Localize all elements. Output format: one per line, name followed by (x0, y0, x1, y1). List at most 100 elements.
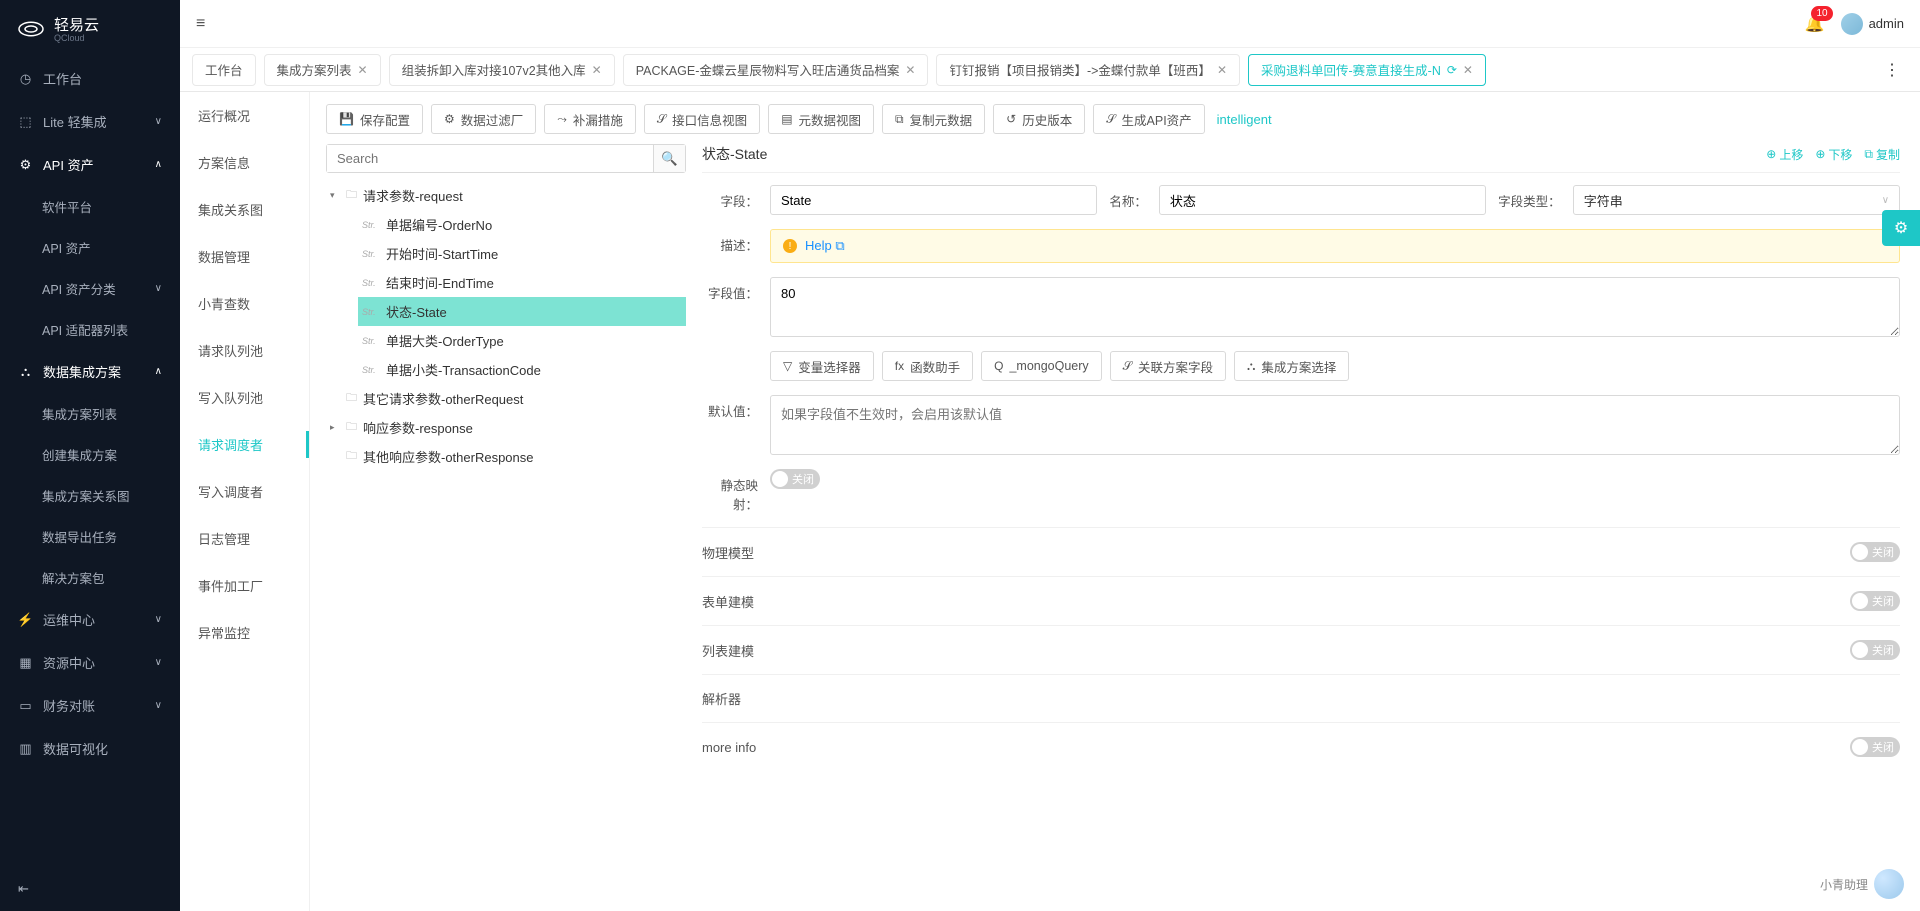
metaview-button[interactable]: ▤元数据视图 (768, 104, 874, 134)
secnav-reqscheduler[interactable]: 请求调度者 (180, 421, 309, 468)
tree-item[interactable]: Str.单据编号-OrderNo (358, 210, 686, 239)
field-input[interactable] (770, 185, 1097, 215)
tab-3[interactable]: 组装拆卸入库对接107v2其他入库✕ (389, 54, 615, 86)
secnav-writescheduler[interactable]: 写入调度者 (180, 468, 309, 515)
help-link[interactable]: Help ⧉ (805, 238, 845, 254)
close-icon[interactable]: ✕ (592, 63, 602, 77)
notifications-button[interactable]: 🔔 10 (1805, 14, 1825, 34)
close-icon[interactable]: ✕ (1217, 63, 1227, 77)
tree-item[interactable]: Str.结束时间-EndTime (358, 268, 686, 297)
tree-response[interactable]: ▸🗀响应参数-response (326, 413, 686, 442)
tab-plan-list[interactable]: 集成方案列表✕ (264, 54, 381, 86)
chevron-down-icon: ∨ (155, 700, 162, 711)
section-form-model[interactable]: 表单建模 关闭 (702, 576, 1900, 625)
close-icon[interactable]: ✕ (1463, 63, 1473, 77)
section-more-info[interactable]: more info 关闭 (702, 722, 1900, 771)
nav-api-adapter[interactable]: API 适配器列表 (42, 309, 180, 350)
nav-workbench[interactable]: ◷工作台 (0, 57, 180, 100)
form-model-toggle[interactable]: 关闭 (1850, 591, 1900, 611)
secnav-log[interactable]: 日志管理 (180, 515, 309, 562)
var-selector-button[interactable]: ▽变量选择器 (770, 351, 874, 381)
tree-other-request[interactable]: 🗀其它请求参数-otherRequest (326, 384, 686, 413)
user-menu[interactable]: admin (1841, 13, 1904, 35)
nav-visual[interactable]: ▥数据可视化 (0, 727, 180, 770)
sidebar-collapse[interactable]: ⇤ (0, 867, 180, 911)
secnav-event[interactable]: 事件加工厂 (180, 562, 309, 609)
caret-down-icon: ▾ (330, 190, 340, 201)
nav-plan-diagram[interactable]: 集成方案关系图 (42, 475, 180, 516)
staticmap-toggle[interactable]: 关闭 (770, 469, 820, 489)
intelligent-link[interactable]: intelligent (1217, 112, 1272, 127)
moreinfo-toggle[interactable]: 关闭 (1850, 737, 1900, 757)
nav-integration[interactable]: ⛬数据集成方案∧ (0, 350, 180, 393)
secnav-data[interactable]: 数据管理 (180, 233, 309, 280)
history-button[interactable]: ↺历史版本 (993, 104, 1085, 134)
tree-item[interactable]: Str.开始时间-StartTime (358, 239, 686, 268)
list-model-toggle[interactable]: 关闭 (1850, 640, 1900, 660)
mongo-query-button[interactable]: Q_mongoQuery (981, 351, 1102, 381)
close-icon[interactable]: ✕ (358, 63, 368, 77)
move-up-button[interactable]: ⊕上移 (1766, 146, 1803, 163)
nav-resource[interactable]: ▦资源中心∨ (0, 641, 180, 684)
secnav-info[interactable]: 方案信息 (180, 139, 309, 186)
value-textarea[interactable]: 80 (770, 277, 1900, 337)
secnav-writepool[interactable]: 写入队列池 (180, 374, 309, 421)
reload-icon[interactable]: ⟳ (1447, 63, 1457, 77)
tree-item[interactable]: Str.单据大类-OrderType (358, 326, 686, 355)
assistant-widget[interactable]: 小青助理 (1820, 869, 1904, 899)
apiview-button[interactable]: 𝒮接口信息视图 (644, 104, 760, 134)
fx-icon: fx (895, 359, 904, 373)
section-physical-model[interactable]: 物理模型 关闭 (702, 527, 1900, 576)
tabs-more-button[interactable]: ⋮ (1876, 60, 1908, 80)
section-parser[interactable]: 解析器 (702, 674, 1900, 722)
work-area: 💾保存配置 ⚙数据过滤厂 ⤳补漏措施 𝒮接口信息视图 ▤元数据视图 ⧉复制元数据… (310, 92, 1920, 911)
secnav-relation[interactable]: 集成关系图 (180, 186, 309, 233)
copy-button[interactable]: ⧉复制 (1864, 146, 1900, 163)
name-input[interactable] (1159, 185, 1486, 215)
chevron-down-icon: ∨ (155, 116, 162, 127)
physical-model-toggle[interactable]: 关闭 (1850, 542, 1900, 562)
tree-item-selected[interactable]: Str.状态-State (358, 297, 686, 326)
copymeta-button[interactable]: ⧉复制元数据 (882, 104, 985, 134)
tree-item[interactable]: Str.单据小类-TransactionCode (358, 355, 686, 384)
nav-api-asset[interactable]: ⚙API 资产∧ (0, 143, 180, 186)
type-select[interactable]: 字符串∨ (1573, 185, 1900, 215)
relation-field-button[interactable]: 𝒮关联方案字段 (1110, 351, 1226, 381)
nav-api-asset-sub[interactable]: API 资产 (42, 227, 180, 268)
nav-plan-list[interactable]: 集成方案列表 (42, 393, 180, 434)
search-button[interactable]: 🔍 (653, 145, 685, 172)
genapi-button[interactable]: 𝒮生成API资产 (1093, 104, 1204, 134)
secnav-exception[interactable]: 异常监控 (180, 609, 309, 656)
settings-float-button[interactable]: ⚙ (1882, 210, 1920, 246)
nav-solution-pkg[interactable]: 解决方案包 (42, 557, 180, 598)
menu-collapse-button[interactable]: ≡ (196, 15, 205, 33)
nav-software-platform[interactable]: 软件平台 (42, 186, 180, 227)
tab-5[interactable]: 钉钉报销【项目报销类】->金蝶付款单【班西】✕ (936, 54, 1240, 86)
nav-export[interactable]: 数据导出任务 (42, 516, 180, 557)
secnav-overview[interactable]: 运行概况 (180, 92, 309, 139)
fx-helper-button[interactable]: fx函数助手 (882, 351, 973, 381)
nav-lite[interactable]: ⬚Lite 轻集成∨ (0, 100, 180, 143)
search-input[interactable] (327, 145, 653, 172)
nav-ops[interactable]: ⚡运维中心∨ (0, 598, 180, 641)
close-icon[interactable]: ✕ (905, 63, 915, 77)
plan-select-button[interactable]: ⛬集成方案选择 (1234, 351, 1349, 381)
filter-button[interactable]: ⚙数据过滤厂 (431, 104, 536, 134)
tab-workbench[interactable]: 工作台 (192, 54, 256, 86)
nav-api-category[interactable]: API 资产分类∨ (42, 268, 180, 309)
nav-finance[interactable]: ▭财务对账∨ (0, 684, 180, 727)
folder-icon: 🗀 (346, 389, 357, 408)
tab-4[interactable]: PACKAGE-金蝶云星辰物料写入旺店通货品档案✕ (623, 54, 929, 86)
tree-other-response[interactable]: 🗀其他响应参数-otherResponse (326, 442, 686, 471)
move-down-button[interactable]: ⊕下移 (1815, 146, 1852, 163)
secnav-reqpool[interactable]: 请求队列池 (180, 327, 309, 374)
tab-active[interactable]: 采购退料单回传-赛意直接生成-N⟳✕ (1248, 54, 1486, 86)
section-list-model[interactable]: 列表建模 关闭 (702, 625, 1900, 674)
default-textarea[interactable] (770, 395, 1900, 455)
tree-request[interactable]: ▾🗀请求参数-request (326, 181, 686, 210)
search-icon: 🔍 (661, 151, 678, 166)
secnav-query[interactable]: 小青查数 (180, 280, 309, 327)
save-button[interactable]: 💾保存配置 (326, 104, 423, 134)
patch-button[interactable]: ⤳补漏措施 (544, 104, 636, 134)
nav-plan-create[interactable]: 创建集成方案 (42, 434, 180, 475)
